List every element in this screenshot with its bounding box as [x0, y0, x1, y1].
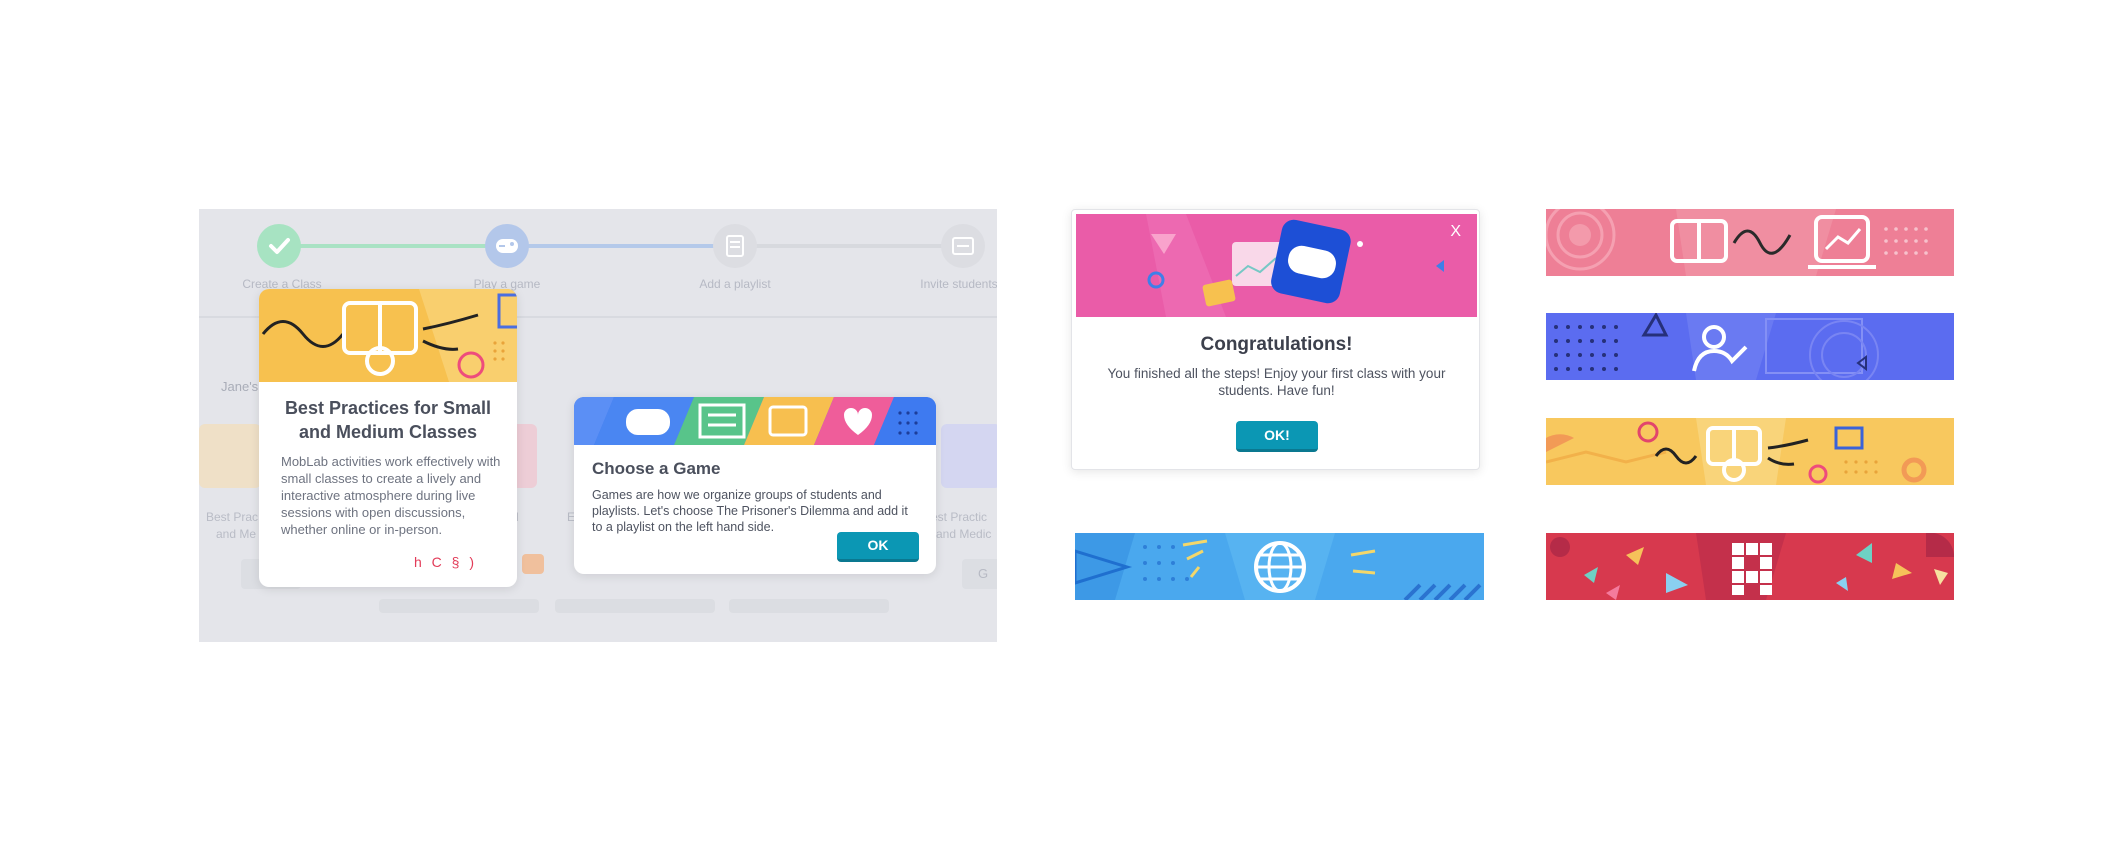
ghost-card-footer — [729, 599, 889, 613]
ghost-button-label: G — [978, 566, 989, 581]
ghost-activity-tile — [941, 424, 997, 488]
ghost-tile-text: and Medic — [936, 527, 992, 541]
choose-game-banner — [574, 397, 936, 445]
globe-banner — [1075, 533, 1484, 600]
best-practices-glyphs: h C § ) — [414, 554, 478, 570]
step-add-playlist-icon[interactable] — [713, 224, 757, 268]
best-practices-card: Best Practices for Small and Medium Clas… — [259, 289, 517, 587]
ghost-pointer-icon — [522, 554, 544, 574]
ghost-tile-text: Best Prac — [206, 510, 259, 524]
step-label-invite-students: Invite students — [920, 277, 997, 291]
step-create-class-icon[interactable] — [257, 224, 301, 268]
choose-game-title: Choose a Game — [592, 459, 721, 478]
step-play-game-icon[interactable] — [485, 224, 529, 268]
stepper-line-current — [509, 244, 739, 248]
ghost-button: G — [962, 559, 997, 589]
congrats-body: You finished all the steps! Enjoy your f… — [1107, 366, 1446, 398]
stepper-line-done — [279, 244, 509, 248]
yellow-practices-banner — [1546, 418, 1954, 485]
congrats-close-button[interactable]: X — [1450, 223, 1461, 241]
congrats-ok-button[interactable]: OK! — [1236, 421, 1318, 452]
choose-game-card: Choose a Game Games are how we organize … — [574, 397, 936, 574]
congrats-modal: X Congratulations! You finished all the … — [1071, 209, 1480, 470]
stepper-line-todo — [739, 244, 969, 248]
best-practices-banner — [259, 289, 517, 382]
choose-game-body: Games are how we organize groups of stud… — [592, 488, 908, 534]
app-screenshot-panel: Create a Class Play a game Add a playlis… — [199, 209, 997, 642]
ghost-tile-text: and Me — [216, 527, 257, 541]
step-label-add-playlist: Add a playlist — [699, 277, 771, 291]
blue-teacher-banner — [1546, 313, 1954, 380]
red-logo-banner — [1546, 533, 1954, 600]
congrats-title: Congratulations! — [1200, 334, 1353, 355]
section-label: Jane's — [221, 379, 259, 394]
best-practices-title: Best Practices for Small and Medium Clas… — [284, 398, 492, 442]
ghost-activity-tile — [199, 424, 261, 488]
pink-board-banner — [1546, 209, 1954, 276]
ghost-card-footer — [379, 599, 539, 613]
ghost-tile-text: est Practic — [931, 510, 988, 524]
congrats-header-banner — [1076, 214, 1477, 317]
step-invite-students-icon[interactable] — [941, 224, 985, 268]
ghost-card-footer — [555, 599, 715, 613]
best-practices-body: MobLab activities work effectively with … — [281, 454, 501, 537]
choose-game-ok-button[interactable]: OK — [837, 532, 919, 562]
